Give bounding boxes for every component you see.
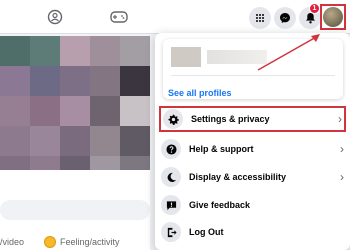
post-actions-row: /video Feeling/activity [0,234,150,250]
menu-item-display-accessibility[interactable]: Display & accessibility › [159,164,346,190]
top-navigation-bar: 1 [0,0,350,34]
notification-count-badge: 1 [309,3,320,14]
question-icon [161,139,181,159]
see-all-profiles-link[interactable]: See all profiles [168,88,232,98]
gear-icon [163,109,183,129]
gaming-icon[interactable] [110,8,128,26]
profile-card[interactable]: See all profiles [163,39,343,99]
account-avatar[interactable] [323,7,343,27]
menu-item-label: Log Out [189,227,224,237]
menu-item-log-out[interactable]: Log Out [159,219,346,245]
menu-grid-icon[interactable] [249,7,271,29]
chevron-right-icon: › [340,170,344,184]
divider [171,75,335,76]
menu-item-label: Help & support [189,144,254,154]
feeling-activity-action[interactable]: Feeling/activity [60,237,120,247]
chevron-right-icon: › [338,112,342,126]
menu-item-label: Settings & privacy [191,114,270,124]
messenger-icon[interactable] [274,7,296,29]
menu-item-help-support[interactable]: Help & support › [159,136,346,162]
menu-item-settings-privacy[interactable]: Settings & privacy › [159,106,346,132]
feedback-icon [161,195,181,215]
logout-icon [161,222,181,242]
account-avatar-highlight[interactable] [320,4,346,30]
profile-picture-blurred [171,47,201,67]
feeling-icon [44,236,57,248]
account-dropdown-menu: See all profiles Settings & privacy › He… [155,33,350,250]
menu-item-label: Give feedback [189,200,251,210]
moon-icon [161,167,181,187]
post-composer-input[interactable] [0,200,150,220]
live-video-action[interactable]: /video [0,237,24,247]
menu-item-give-feedback[interactable]: Give feedback [159,192,346,218]
menu-item-label: Display & accessibility [189,172,287,182]
profile-name-blurred [207,50,267,64]
groups-icon[interactable] [46,8,64,26]
chevron-right-icon: › [340,142,344,156]
